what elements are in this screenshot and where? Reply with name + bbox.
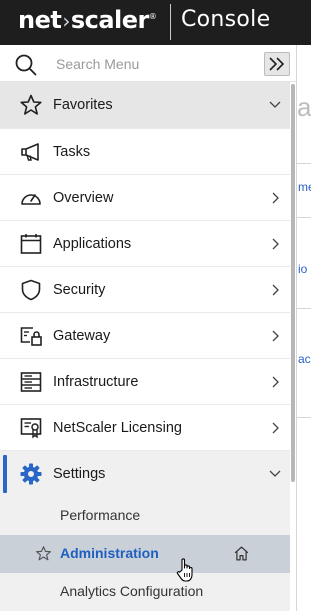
brand-registered-mark: ® [148, 12, 157, 21]
scrollbar-thumb[interactable] [291, 84, 295, 482]
menu-item-infrastructure[interactable]: Infrastructure [0, 359, 290, 405]
shield-icon [21, 279, 41, 301]
menu-label: Security [53, 281, 106, 298]
double-chevron-right-icon [269, 57, 285, 71]
content-divider [297, 308, 311, 309]
star-outline-icon[interactable] [35, 545, 52, 562]
submenu-label: Analytics Configuration [60, 583, 204, 599]
chevron-right-icon [272, 192, 279, 204]
content-link-fragment[interactable]: io [298, 262, 307, 276]
menu-item-security[interactable]: Security [0, 267, 290, 313]
netscaler-logo[interactable]: net›scaler® [18, 6, 157, 34]
gear-icon [20, 463, 42, 485]
navigation-menu: Favorites Tasks Overview Applications Se… [0, 82, 290, 611]
menu-item-favorites[interactable]: Favorites [0, 82, 290, 129]
search-icon[interactable] [14, 53, 38, 77]
menu-label: Favorites [53, 97, 113, 113]
chevron-right-icon [272, 238, 279, 250]
content-heading-fragment: at [297, 92, 311, 122]
content-pane-edge: at me io ac [296, 45, 311, 611]
menu-item-settings[interactable]: Settings [0, 451, 290, 497]
content-link-fragment[interactable]: me [298, 180, 311, 194]
content-link-fragment[interactable]: ac [298, 352, 311, 366]
star-icon [20, 94, 42, 115]
collapse-menu-button[interactable] [264, 52, 290, 76]
submenu-label: Administration [60, 545, 159, 561]
menu-item-applications[interactable]: Applications [0, 221, 290, 267]
search-bar [0, 45, 296, 82]
menu-item-tasks[interactable]: Tasks [0, 129, 290, 175]
megaphone-icon [21, 143, 39, 161]
gauge-icon [21, 194, 41, 205]
active-section-indicator [3, 455, 7, 493]
chevron-right-icon [272, 284, 279, 296]
certificate-icon [20, 418, 42, 439]
search-input[interactable] [56, 54, 246, 74]
content-divider [297, 163, 311, 164]
menu-label: Settings [53, 466, 106, 482]
header-divider [170, 4, 171, 40]
app-title: Console [181, 7, 271, 32]
chevron-down-icon [269, 470, 281, 477]
submenu-item-analytics-configuration[interactable]: Analytics Configuration [0, 573, 290, 611]
menu-label: Tasks [53, 143, 91, 160]
submenu-item-administration[interactable]: Administration [0, 535, 290, 573]
menu-item-overview[interactable]: Overview [0, 175, 290, 221]
content-divider [297, 217, 311, 218]
menu-label: Gateway [53, 327, 111, 344]
top-bar: net›scaler® Console [0, 0, 311, 45]
menu-label: NetScaler Licensing [53, 419, 182, 436]
menu-label: Infrastructure [53, 373, 139, 390]
chevron-down-icon [269, 101, 281, 108]
submenu-item-performance[interactable]: Performance [0, 497, 290, 535]
server-rack-icon [20, 372, 42, 392]
chevron-right-icon [272, 422, 279, 434]
calendar-window-icon [20, 234, 42, 254]
content-divider [297, 417, 311, 418]
chevron-right-icon [272, 376, 279, 388]
brand-mark: › [62, 9, 70, 33]
menu-label: Overview [53, 189, 114, 206]
hand-pointer-cursor-icon [176, 558, 193, 582]
brand-right: scaler [70, 6, 150, 34]
menu-item-netscaler-licensing[interactable]: NetScaler Licensing [0, 405, 290, 451]
menu-label: Applications [53, 235, 132, 252]
chevron-right-icon [272, 330, 279, 342]
submenu-label: Performance [60, 507, 141, 523]
gateway-lock-icon [20, 327, 42, 346]
home-icon[interactable] [233, 545, 250, 562]
menu-item-gateway[interactable]: Gateway [0, 313, 290, 359]
brand-left: net [18, 6, 62, 34]
